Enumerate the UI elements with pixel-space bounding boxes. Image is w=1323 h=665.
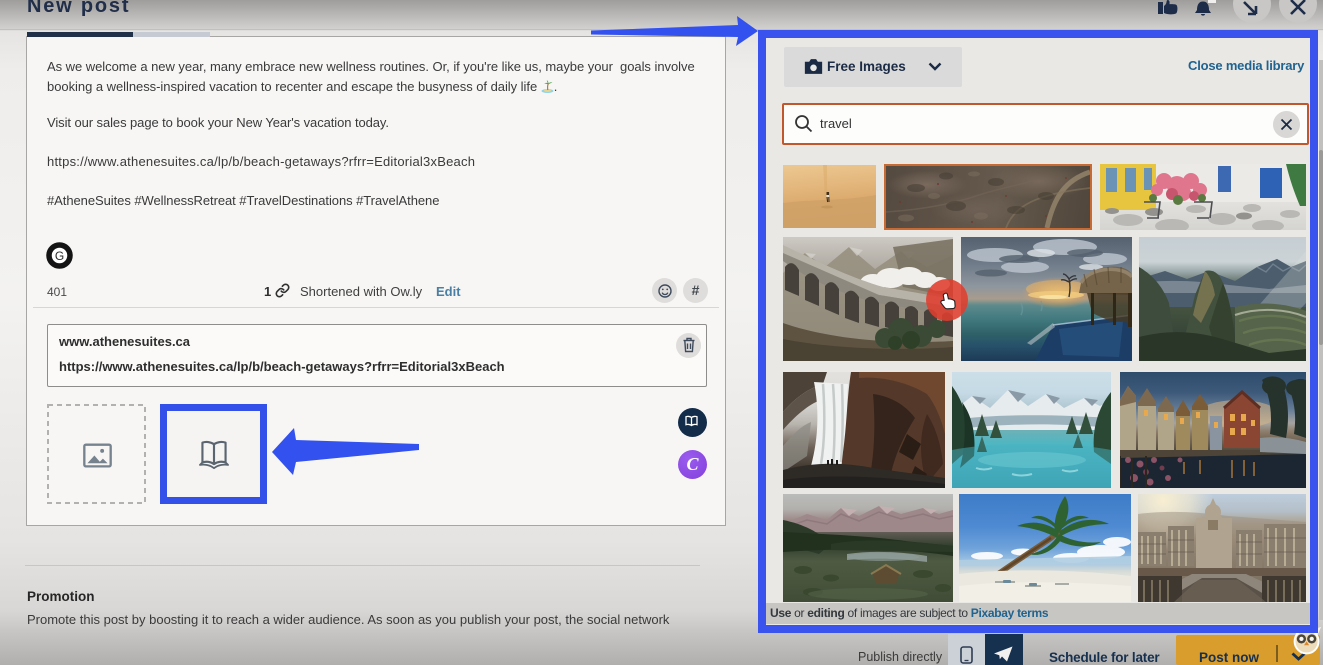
svg-text:G: G bbox=[55, 249, 64, 263]
